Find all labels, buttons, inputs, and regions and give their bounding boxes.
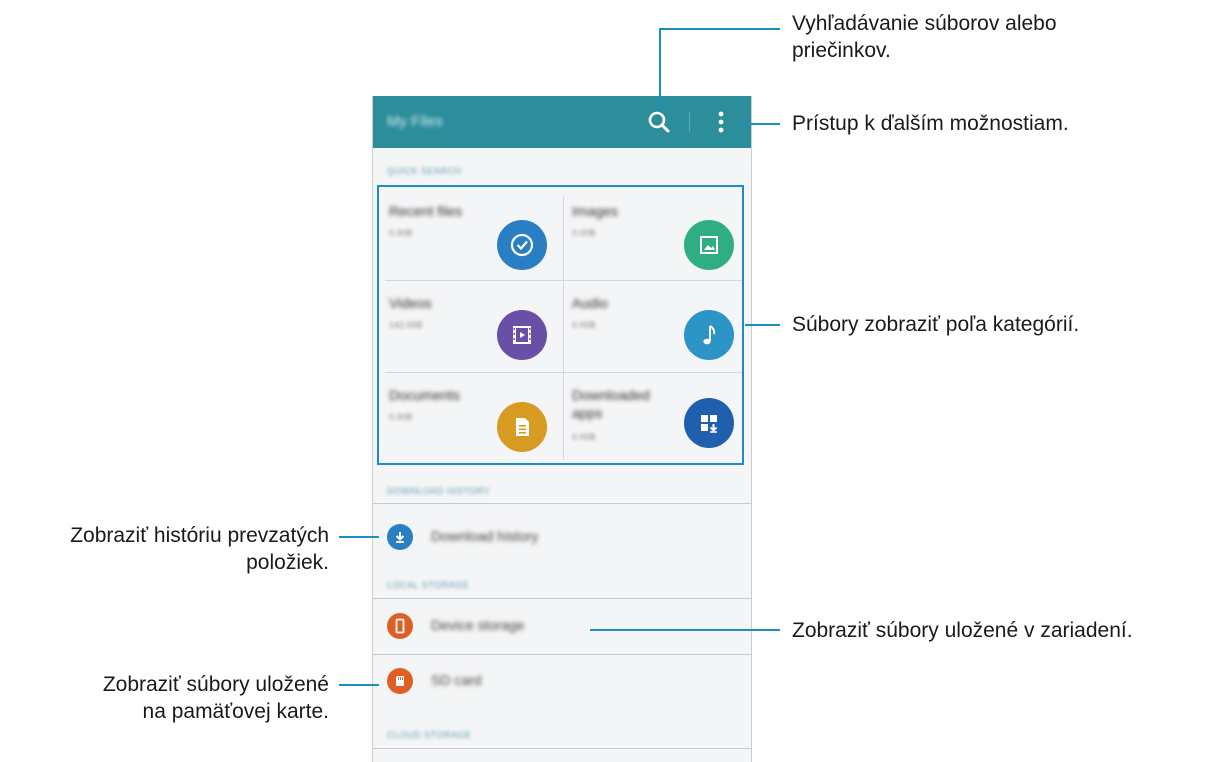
- sd-card-item[interactable]: SD card: [373, 656, 751, 710]
- row-divider: [373, 654, 751, 655]
- section-header-quick-search: QUICK SEARCH: [387, 166, 462, 176]
- callout-history-line1: Zobraziť históriu prevzatých: [70, 524, 329, 547]
- callout-sd-line2: na pamäťovej karte.: [142, 700, 329, 723]
- sd-card-icon: [387, 668, 413, 694]
- callout-device: Zobraziť súbory uložené v zariadení.: [792, 619, 1133, 642]
- section-header-download-history: DOWNLOAD HISTORY: [387, 486, 491, 496]
- section-divider: [373, 503, 751, 504]
- appbar-divider: [689, 112, 690, 132]
- section-header-cloud-storage: CLOUD STORAGE: [387, 730, 472, 740]
- callout-search: Vyhľadávanie súborov alebo priečinkov.: [792, 10, 1057, 64]
- search-button[interactable]: [645, 108, 673, 136]
- section-divider: [373, 598, 751, 599]
- callout-line-categories: [745, 324, 780, 326]
- search-icon: [648, 111, 670, 133]
- callout-sd: Zobraziť súbory uložené na pamäťovej kar…: [103, 671, 329, 725]
- callout-more: Prístup k ďalším možnostiam.: [792, 112, 1069, 135]
- app-bar: My Files: [373, 96, 751, 148]
- callout-line-sd: [339, 684, 379, 686]
- callout-line-search: [659, 29, 661, 109]
- callout-search-line2: priečinkov.: [792, 39, 891, 62]
- category-highlight-box: [377, 185, 744, 465]
- download-history-label: Download history: [431, 528, 539, 544]
- app-title: My Files: [387, 113, 443, 130]
- device-storage-label: Device storage: [431, 617, 525, 633]
- callout-categories: Súbory zobraziť poľa kategórií.: [792, 313, 1080, 336]
- more-vert-icon: [718, 111, 724, 133]
- callout-line-history: [339, 536, 379, 538]
- download-history-item[interactable]: Download history: [373, 510, 751, 564]
- callout-search-line1: Vyhľadávanie súborov alebo: [792, 12, 1057, 35]
- callout-line-more: [738, 123, 780, 125]
- callout-line-search: [659, 28, 780, 30]
- section-header-local-storage: LOCAL STORAGE: [387, 580, 470, 590]
- callout-line-device: [590, 629, 780, 631]
- callout-history: Zobraziť históriu prevzatých položiek.: [70, 522, 329, 576]
- more-options-button[interactable]: [709, 108, 733, 136]
- callout-sd-line1: Zobraziť súbory uložené: [102, 673, 329, 696]
- section-divider: [373, 748, 751, 749]
- device-storage-item[interactable]: Device storage: [373, 601, 751, 655]
- download-icon: [387, 524, 413, 550]
- sd-card-label: SD card: [431, 672, 482, 688]
- callout-history-line2: položiek.: [246, 551, 329, 574]
- phone-icon: [387, 613, 413, 639]
